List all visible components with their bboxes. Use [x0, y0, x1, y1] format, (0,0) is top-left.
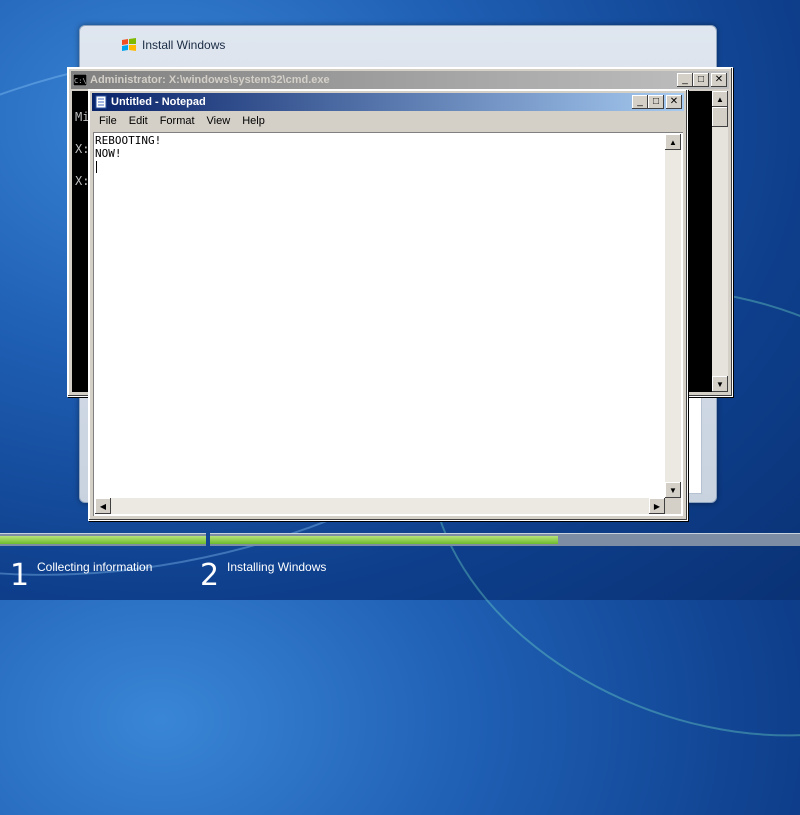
step-number: 2 [200, 558, 220, 593]
scroll-up-arrow-icon[interactable]: ▲ [712, 91, 728, 107]
scrollbar-corner [665, 498, 681, 514]
svg-text:C:\: C:\ [74, 77, 87, 85]
notepad-horizontal-scrollbar[interactable]: ◀ ▶ [95, 498, 665, 514]
menu-format[interactable]: Format [154, 115, 201, 127]
cmd-icon[interactable]: C:\ [73, 74, 87, 86]
setup-progress [0, 533, 800, 546]
step-number: 1 [10, 558, 30, 593]
notepad-menubar: File Edit Format View Help [93, 112, 683, 130]
scroll-up-arrow-icon[interactable]: ▲ [665, 134, 681, 150]
close-button[interactable]: ✕ [666, 95, 682, 109]
minimize-button[interactable]: _ [677, 73, 693, 87]
notepad-window[interactable]: Untitled - Notepad _ □ ✕ File Edit Forma… [88, 89, 688, 521]
progress-fill-1 [0, 536, 206, 544]
text-caret [96, 161, 97, 173]
cmd-title-bar[interactable]: C:\ Administrator: X:\windows\system32\c… [71, 71, 729, 89]
notepad-icon[interactable] [94, 95, 108, 109]
cmd-vertical-scrollbar[interactable]: ▲ ▼ [712, 91, 728, 392]
minimize-button[interactable]: _ [632, 95, 648, 109]
scroll-down-arrow-icon[interactable]: ▼ [712, 376, 728, 392]
menu-view[interactable]: View [201, 115, 237, 127]
install-windows-title: Install Windows [142, 38, 226, 52]
step-label: Collecting information [37, 560, 153, 574]
progress-fill-2 [210, 536, 559, 544]
scroll-right-arrow-icon[interactable]: ▶ [649, 498, 665, 514]
scroll-thumb[interactable] [712, 107, 728, 127]
step-label: Installing Windows [227, 560, 327, 574]
progress-segment-2 [210, 533, 800, 546]
setup-steps: 1 Collecting information 2 Installing Wi… [0, 550, 800, 600]
notepad-content: REBOOTING! NOW! [95, 134, 162, 160]
menu-help[interactable]: Help [236, 115, 271, 127]
notepad-title-bar[interactable]: Untitled - Notepad _ □ ✕ [92, 93, 684, 111]
close-button[interactable]: ✕ [711, 73, 727, 87]
maximize-button[interactable]: □ [648, 95, 664, 109]
notepad-text-area[interactable]: REBOOTING! NOW! ▲ ▼ ◀ ▶ [93, 132, 683, 516]
menu-file[interactable]: File [93, 115, 123, 127]
notepad-vertical-scrollbar[interactable]: ▲ ▼ [665, 134, 681, 498]
scroll-down-arrow-icon[interactable]: ▼ [665, 482, 681, 498]
maximize-button[interactable]: □ [693, 73, 709, 87]
scroll-left-arrow-icon[interactable]: ◀ [95, 498, 111, 514]
menu-edit[interactable]: Edit [123, 115, 154, 127]
progress-segment-1 [0, 533, 206, 546]
windows-logo-icon [122, 38, 136, 51]
notepad-title: Untitled - Notepad [111, 96, 206, 108]
cmd-title: Administrator: X:\windows\system32\cmd.e… [90, 74, 330, 86]
